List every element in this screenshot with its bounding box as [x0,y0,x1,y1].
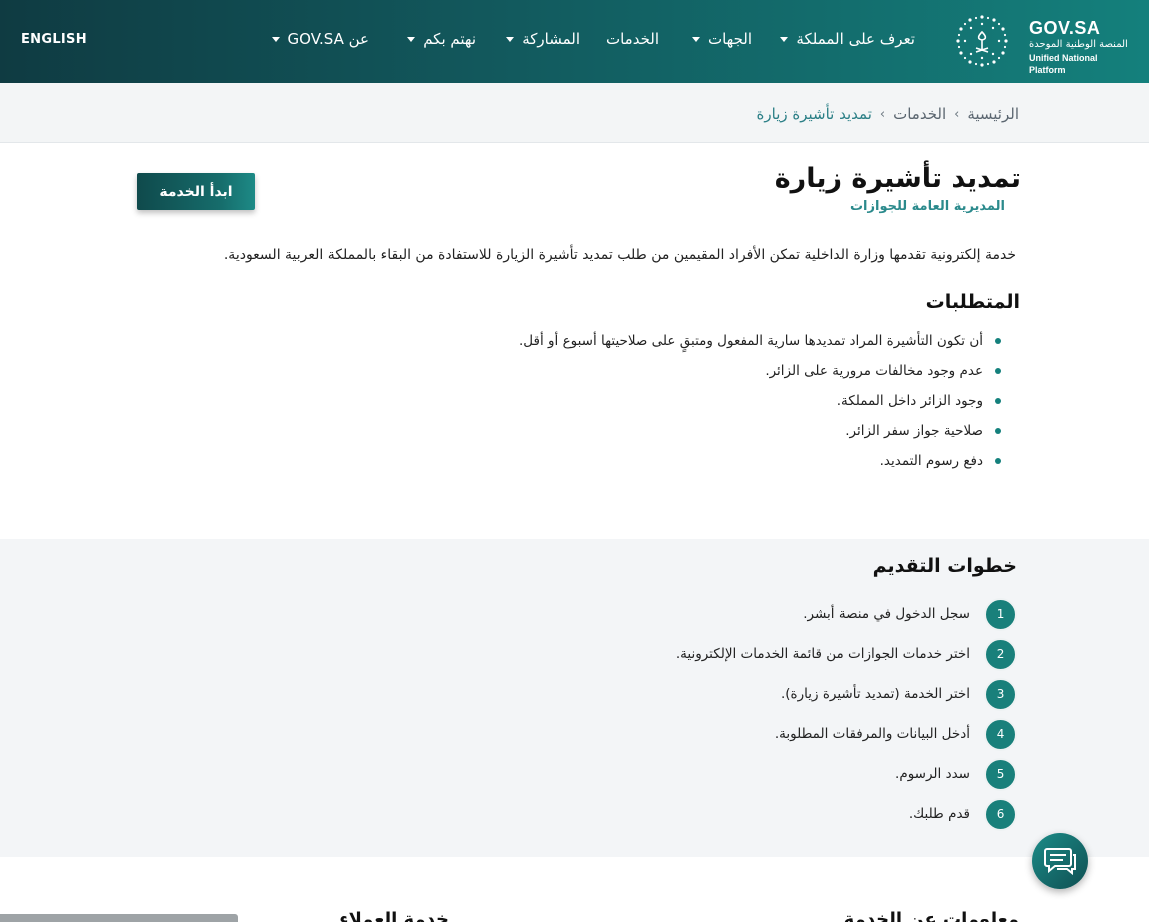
requirement-text: صلاحية جواز سفر الزائر. [845,423,983,439]
nav-label: عن GOV.SA [287,30,369,48]
list-item: صلاحية جواز سفر الزائر. [301,416,1001,446]
breadcrumb-home[interactable]: الرئيسية [967,105,1019,123]
step-item: 6 قدم طلبك. [317,794,1017,834]
nav-services[interactable]: الخدمات [606,30,659,48]
step-item: 1 سجل الدخول في منصة أبشر. [317,594,1017,634]
bullet-icon [995,458,1001,464]
nav-know-kingdom[interactable]: تعرف على المملكة [780,30,915,48]
step-number: 3 [984,677,1017,711]
nav-about[interactable]: عن GOV.SA [271,30,369,48]
requirement-text: عدم وجود مخالفات مرورية على الزائر. [765,363,983,379]
feedback-bar[interactable] [0,914,238,922]
list-item: وجود الزائر داخل المملكة. [301,386,1001,416]
step-text: سجل الدخول في منصة أبشر. [803,606,970,622]
logo-english: Unified National Platform [1029,53,1098,75]
requirement-text: دفع رسوم التمديد. [879,453,983,469]
service-description: خدمة إلكترونية تقدمها وزارة الداخلية تمك… [223,247,1016,263]
step-text: أدخل البيانات والمرفقات المطلوبة. [774,726,970,742]
nav-agencies[interactable]: الجهات [691,30,752,48]
step-text: اختر خدمات الجوازات من قائمة الخدمات الإ… [675,646,970,662]
step-text: سدد الرسوم. [895,766,970,782]
top-header: ENGLISH تعرف على المملكة الجهات الخدمات … [0,0,1149,83]
steps-list: 1 سجل الدخول في منصة أبشر. 2 اختر خدمات ال… [317,594,1017,834]
page-title: تمديد تأشيرة زيارة [774,163,1021,194]
step-item: 4 أدخل البيانات والمرفقات المطلوبة. [317,714,1017,754]
chat-button[interactable] [1032,833,1088,889]
about-service-heading: معلومات عن الخدمة [843,909,1019,922]
step-number: 6 [984,797,1017,831]
nav-label: المشاركة [522,30,580,48]
step-number: 4 [984,717,1017,751]
requirement-text: وجود الزائر داخل المملكة. [836,393,983,409]
list-item: أن تكون التأشيرة المراد تمديدها سارية ال… [301,326,1001,356]
step-item: 2 اختر خدمات الجوازات من قائمة الخدمات ال… [317,634,1017,674]
customer-service-heading: خدمة العملاء [339,909,449,922]
step-item: 3 اختر الخدمة (تمديد تأشيرة زيارة). [317,674,1017,714]
chevron-down-icon [780,36,789,42]
footer-preview: معلومات عن الخدمة خدمة العملاء [0,857,1149,922]
requirement-text: أن تكون التأشيرة المراد تمديدها سارية ال… [519,333,983,349]
chevron-left-icon: › [879,106,886,122]
agency-link[interactable]: المديرية العامة للجوازات [850,199,1005,214]
chevron-down-icon [691,36,700,42]
language-switch[interactable]: ENGLISH [21,32,87,47]
chevron-down-icon [506,36,515,42]
step-number: 5 [984,757,1017,791]
step-text: اختر الخدمة (تمديد تأشيرة زيارة). [781,686,970,702]
breadcrumb-bar: الرئيسية › الخدمات › تمديد تأشيرة زيارة [0,83,1149,143]
govsa-logo[interactable]: GOV.SA المنصة الوطنية الموحدة Unified Na… [953,12,1135,75]
chevron-down-icon [271,36,280,42]
breadcrumb: الرئيسية › الخدمات › تمديد تأشيرة زيارة [757,105,1019,123]
logo-title: GOV.SA [1029,18,1101,38]
chevron-down-icon [407,36,416,42]
application-steps-section: خطوات التقديم 1 سجل الدخول في منصة أبشر. … [0,539,1149,857]
breadcrumb-current: تمديد تأشيرة زيارة [756,105,872,123]
step-number: 2 [984,637,1017,671]
nav-we-care[interactable]: نهتم بكم [407,30,476,48]
requirements-list: أن تكون التأشيرة المراد تمديدها سارية ال… [301,326,1001,476]
bullet-icon [995,368,1001,374]
step-item: 5 سدد الرسوم. [317,754,1017,794]
chat-icon [1044,848,1076,876]
step-number: 1 [984,597,1017,631]
nav-participation[interactable]: المشاركة [506,30,580,48]
bullet-icon [995,338,1001,344]
list-item: دفع رسوم التمديد. [301,446,1001,476]
palm-emblem-icon [956,15,1008,67]
bullet-icon [995,398,1001,404]
breadcrumb-services[interactable]: الخدمات [893,105,946,123]
logo-arabic: المنصة الوطنية الموحدة [1029,39,1128,50]
start-service-button[interactable]: ابدأ الخدمة [137,173,255,210]
nav-label: الجهات [707,30,752,48]
requirements-title: المتطلبات [925,291,1020,313]
steps-title: خطوات التقديم [872,555,1017,577]
step-text: قدم طلبك. [908,806,970,822]
chevron-left-icon: › [954,106,960,122]
bullet-icon [995,428,1001,434]
list-item: عدم وجود مخالفات مرورية على الزائر. [301,356,1001,386]
nav-label: تعرف على المملكة [796,30,915,48]
nav-label: الخدمات [605,30,659,48]
logo-text: GOV.SA المنصة الوطنية الموحدة Unified Na… [1015,18,1135,76]
nav-label: نهتم بكم [423,30,476,48]
